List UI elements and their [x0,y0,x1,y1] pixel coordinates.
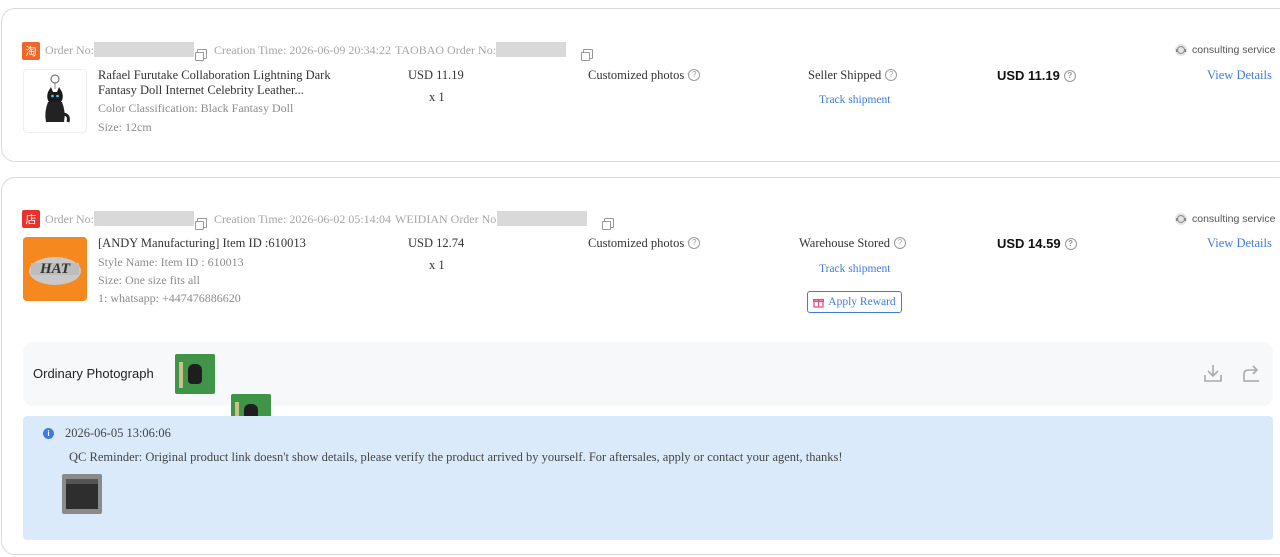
customized-photos-text: Customized photos [588,68,685,82]
order-no-label: Order No: [45,43,94,57]
copy-icon[interactable] [581,49,593,61]
qc-image-thumbnail[interactable] [62,474,102,514]
quantity: x 1 [429,90,445,104]
product-attr-color: Color Classification: Black Fantasy Doll [98,101,294,115]
question-icon[interactable]: ? [1063,70,1076,82]
doll-image [45,74,70,123]
product-thumbnail[interactable] [23,69,87,133]
hat-label: HAT [39,261,70,277]
product-thumbnail[interactable]: HAT [23,237,87,301]
product-attr-style: Style Name: Item ID : 610013 [98,255,244,269]
platform-order-no-label: TAOBAO Order No: [395,43,497,57]
photograph-strip: Ordinary Photograph [23,342,1273,474]
weidian-platform-icon: 店 [22,210,40,228]
copy-icon[interactable] [602,218,614,230]
headset-icon[interactable] [1174,212,1188,226]
gift-icon [813,298,825,308]
copy-icon[interactable] [195,49,207,61]
order-total: USD 14.59? [997,236,1077,251]
qc-message: QC Reminder: Original product link doesn… [69,450,843,464]
product-title[interactable]: Rafael Furutake Collaboration Lightning … [98,68,338,98]
order-no-redacted [94,211,194,226]
creation-time: Creation Time: 2026-06-09 20:34:22 [214,43,391,57]
qc-reminder-panel: i 2026-06-05 13:06:06 QC Reminder: Origi… [23,416,1273,540]
order-no-redacted [94,42,194,57]
customized-photos-label: Customized photos? [588,68,701,83]
order-no-label: Order No: [45,212,94,226]
unit-price: USD 12.74 [408,236,465,250]
status-text: Seller Shipped [808,68,882,82]
status-text: Warehouse Stored [799,236,890,250]
consulting-service-link[interactable]: consulting service [1192,44,1275,56]
question-icon[interactable]: ? [893,237,906,249]
customized-photos-label: Customized photos? [588,236,701,251]
question-icon[interactable]: ? [885,69,898,81]
order-card: 淘 Order No: Creation Time: 2026-06-09 20… [1,8,1280,162]
order-total: USD 11.19? [997,68,1076,83]
taobao-platform-icon: 淘 [22,42,40,60]
question-icon[interactable]: ? [688,237,701,249]
track-shipment-link[interactable]: Track shipment [819,94,890,106]
unit-price: USD 11.19 [408,68,464,82]
consulting-service-link[interactable]: consulting service [1192,213,1275,225]
creation-time: Creation Time: 2026-06-02 05:14:04 [214,212,391,226]
quantity: x 1 [429,258,445,272]
headset-icon[interactable] [1174,43,1188,57]
order-status: Warehouse Stored? [799,236,906,251]
info-icon: i [43,428,54,439]
track-shipment-link[interactable]: Track shipment [819,263,890,275]
product-attr-note: 1: whatsapp: +447476886620 [98,291,241,305]
product-attr-size: Size: One size fits all [98,273,200,287]
copy-icon[interactable] [195,218,207,230]
apply-reward-label: Apply Reward [828,296,896,308]
platform-order-no-redacted [497,211,587,226]
ordinary-photograph-label: Ordinary Photograph [33,366,154,381]
apply-reward-button[interactable]: Apply Reward [807,291,902,313]
product-attr-size: Size: 12cm [98,120,152,134]
qc-timestamp: 2026-06-05 13:06:06 [65,426,171,440]
total-text: USD 14.59 [997,236,1061,251]
share-icon[interactable] [1240,362,1262,389]
product-title[interactable]: [ANDY Manufacturing] Item ID :610013 [98,236,306,251]
view-details-link[interactable]: View Details [1207,68,1272,83]
qc-photo-thumbnail[interactable] [175,354,215,394]
order-card: 店 Order No: Creation Time: 2026-06-02 05… [1,177,1280,555]
platform-order-no-label: WEIDIAN Order No: [395,212,500,226]
platform-order-no-redacted [496,42,566,57]
order-status: Seller Shipped? [808,68,898,83]
question-icon[interactable]: ? [1064,238,1077,250]
total-text: USD 11.19 [997,68,1060,83]
download-icon[interactable] [1202,362,1224,389]
question-icon[interactable]: ? [688,69,701,81]
view-details-link[interactable]: View Details [1207,236,1272,251]
customized-photos-text: Customized photos [588,236,685,250]
